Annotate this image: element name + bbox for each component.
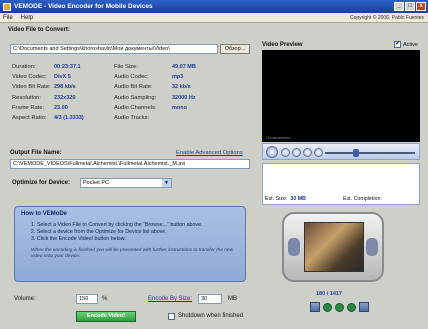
info-key: Audio Sampling: <box>114 94 157 101</box>
input-section: Video File to Convert: <box>8 27 256 33</box>
stop-button[interactable] <box>281 148 290 157</box>
active-label: Active <box>403 42 418 48</box>
info-key: Resolution: <box>12 94 42 101</box>
input-path-field[interactable]: C:\Documents and Settings\khoroshavin\Мо… <box>10 44 218 54</box>
howto-step: 1. Select a Video File to Convert by cli… <box>31 222 203 228</box>
advanced-options-link[interactable]: Enable Advanced Options <box>176 150 243 156</box>
menu-file[interactable]: File <box>3 15 13 21</box>
device-select-value: Pocket PC <box>83 180 109 186</box>
info-value: 23.00 <box>54 104 68 111</box>
info-key: Duration: <box>12 64 36 71</box>
est-completion-label: Est. Completion: <box>343 196 382 202</box>
copyright-text: Copyright © 2006, Pablo Fuentes <box>349 15 424 21</box>
info-key: Aspect Ratio: <box>12 115 47 122</box>
video-preview: Остановлено <box>262 50 420 142</box>
info-key: Audio Bit Rate: <box>114 84 153 91</box>
title-bar: VEMODE - Video Encoder for Mobile Device… <box>0 0 428 13</box>
info-value: 4/3 (1.3333) <box>54 115 84 122</box>
info-key: Video Bit Rate: <box>12 84 51 91</box>
mute-button[interactable] <box>314 148 323 157</box>
player-controls <box>262 143 420 160</box>
play-button[interactable] <box>266 146 278 158</box>
info-key: File Size: <box>114 64 138 71</box>
app-icon <box>3 2 11 11</box>
info-key: Frame Rate: <box>12 104 45 111</box>
info-value: mono <box>172 104 187 111</box>
device-left-button <box>288 238 300 256</box>
info-value: 49.07 MB <box>172 64 196 71</box>
info-value: 232x320 <box>54 94 76 101</box>
seek-handle[interactable] <box>353 149 359 157</box>
file-info: Duration: 00:23:37.1 File Size: 49.07 MB… <box>12 62 252 123</box>
encode-by-size-link[interactable]: Encode By Size: <box>148 296 192 302</box>
frame-nav <box>310 302 369 312</box>
device-right-button <box>366 238 378 256</box>
howto-step: 2. Select a device from the Optimize for… <box>31 229 167 235</box>
next-frame-button[interactable] <box>347 302 356 312</box>
shutdown-checkbox[interactable] <box>168 313 175 320</box>
volume-label: Volume: <box>14 296 36 302</box>
video-caption: Остановлено <box>266 135 291 140</box>
input-file-label: Video File to Convert: <box>8 27 70 33</box>
info-row: Frame Rate: 23.00 Audio Channels: mono <box>12 103 252 113</box>
seek-bar[interactable] <box>325 152 415 154</box>
browse-button[interactable]: Обзор... <box>220 44 250 54</box>
active-checkbox[interactable]: ✔ <box>394 41 401 48</box>
info-key: Audio Tracks: <box>114 115 150 122</box>
minimize-button[interactable]: _ <box>394 2 404 11</box>
menu-help[interactable]: Help <box>21 15 33 21</box>
size-unit: MB <box>228 296 237 302</box>
next-button[interactable] <box>303 148 312 157</box>
optimize-device-label: Optimize for Device: <box>12 180 71 186</box>
play-frame-button[interactable] <box>335 302 344 312</box>
maximize-button[interactable]: □ <box>405 2 415 11</box>
info-value: 32 kb/s <box>172 84 191 91</box>
estimate-box: Est. Size: 30 MB Est. Completion: <box>262 163 420 205</box>
video-preview-label: Video Preview <box>262 42 303 48</box>
frame-counter: 180 / 1417 <box>316 291 342 297</box>
output-path-field[interactable]: C:\VEMODE_VIDEOS\Fullmetal.Alchemist.\Fu… <box>10 159 250 169</box>
pocket-pc-image <box>282 212 384 282</box>
info-key: Video Codec: <box>12 74 47 81</box>
window-title: VEMODE - Video Encoder for Mobile Device… <box>14 3 153 10</box>
prev-frame-button[interactable] <box>323 302 332 312</box>
device-screen <box>304 222 364 272</box>
info-row: Video Bit Rate: 298 kb/s Audio Bit Rate:… <box>12 82 252 92</box>
info-row: Resolution: 232x320 Audio Sampling: 3200… <box>12 93 252 103</box>
chevron-down-icon: ▼ <box>162 179 171 187</box>
howto-title: How to VEMoDe <box>21 211 67 217</box>
info-value: 298 kb/s <box>54 84 76 91</box>
info-value: mp3 <box>172 74 184 81</box>
howto-panel: How to VEMoDe 1. Select a Video File to … <box>14 206 246 282</box>
info-value: DivX 5 <box>54 74 71 81</box>
last-frame-button[interactable] <box>359 302 369 312</box>
encode-button[interactable]: Encode Video! <box>76 311 136 322</box>
close-button[interactable]: x <box>416 2 426 11</box>
est-size-value: 30 MB <box>290 196 306 202</box>
info-row: Video Codec: DivX 5 Audio Codec: mp3 <box>12 72 252 82</box>
size-input[interactable]: 30 <box>198 294 222 304</box>
volume-unit: % <box>102 296 108 302</box>
info-key: Audio Codec: <box>114 74 149 81</box>
info-value: 00:23:37.1 <box>54 64 81 71</box>
output-file-label: Output File Name: <box>10 150 62 156</box>
prev-button[interactable] <box>292 148 301 157</box>
info-key: Audio Channels: <box>114 104 157 111</box>
info-value: 32000 Hz <box>172 94 196 101</box>
first-frame-button[interactable] <box>310 302 320 312</box>
device-select[interactable]: Pocket PC ▼ <box>80 178 172 188</box>
volume-input[interactable]: 150 <box>76 294 98 304</box>
info-row: Aspect Ratio: 4/3 (1.3333) Audio Tracks: <box>12 113 252 123</box>
info-row: Duration: 00:23:37.1 File Size: 49.07 MB <box>12 62 252 72</box>
howto-note: When the encoding is finished you will b… <box>31 248 234 259</box>
shutdown-label: Shutdown when finished <box>178 313 244 319</box>
howto-step: 3. Click the Encode Video! button below. <box>31 236 126 242</box>
est-size-label: Est. Size: <box>265 196 288 202</box>
est-size: Est. Size: 30 MB <box>265 196 306 202</box>
